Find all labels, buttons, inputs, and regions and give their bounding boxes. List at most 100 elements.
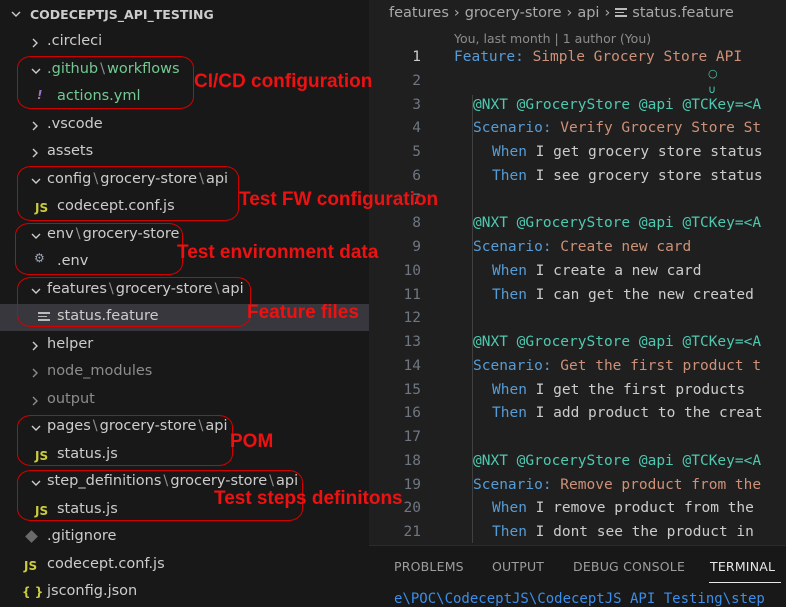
breadcrumb-item[interactable]: status.feature: [632, 5, 734, 21]
line-number: 1: [412, 49, 421, 65]
bottom-panel: PROBLEMS OUTPUT DEBUG CONSOLE TERMINAL e…: [369, 545, 786, 607]
chevron-right-icon: [30, 147, 40, 163]
annotation-oval-env: [15, 223, 183, 275]
annotation-step-defs: Test steps definitons: [214, 488, 403, 509]
explorer-header[interactable]: CODECEPTJS_API_TESTING: [0, 0, 369, 28]
tree-folder-node-modules[interactable]: node_modules: [0, 359, 369, 386]
tree-folder-assets[interactable]: assets: [0, 139, 369, 166]
code-line[interactable]: 1 Feature: Simple Grocery Store API: [369, 47, 786, 71]
gherkin-step-keyword: When: [492, 144, 527, 160]
code-line[interactable]: 15 When I get the first products: [369, 380, 786, 404]
gherkin-step-text: I see grocery store status: [526, 167, 763, 184]
code-line[interactable]: 17: [369, 427, 786, 451]
line-number: 19: [403, 476, 421, 493]
code-line[interactable]: 18 @NXT @GroceryStore @api @TCKey=<A: [369, 451, 786, 475]
tree-item-label: .circleci: [47, 33, 103, 49]
code-line[interactable]: 16 Then I add product to the creat: [369, 403, 786, 427]
tab-terminal[interactable]: TERMINAL: [710, 559, 775, 574]
chevron-right-icon: [30, 395, 40, 411]
gherkin-title: Get the first product t: [551, 357, 762, 374]
chevron-right-icon: [30, 340, 40, 356]
code-line[interactable]: 6 Then I see grocery store status: [369, 166, 786, 190]
line-number: 2: [412, 72, 421, 89]
code-text: @NXT @GroceryStore @api @TCKey=<A: [473, 334, 761, 350]
line-number: 12: [403, 310, 421, 327]
code-line[interactable]: 9 Scenario: Create new card: [369, 237, 786, 261]
json-file-icon: { }: [22, 585, 44, 599]
gherkin-step-keyword: Then: [492, 405, 527, 422]
line-number: 9: [412, 239, 421, 255]
code-editor[interactable]: features › grocery-store › api › status.featur…: [369, 0, 786, 545]
tab-debug-console[interactable]: DEBUG CONSOLE: [573, 559, 685, 574]
tree-file-root-codecept-conf[interactable]: JS codecept.conf.js: [0, 552, 369, 579]
line-number: 3: [412, 96, 421, 113]
tree-item-label: assets: [47, 143, 94, 159]
tree-file-gitignore[interactable]: .gitignore: [0, 524, 369, 551]
chevron-right-icon: [30, 120, 40, 136]
annotation-oval-pom: [17, 415, 233, 466]
code-text: Feature: Simple Grocery Store API: [454, 49, 742, 65]
gherkin-tags: @NXT @GroceryStore @api @TCKey=<A: [473, 452, 762, 469]
gherkin-step-keyword: Then: [492, 167, 527, 184]
breadcrumb-item[interactable]: features: [389, 5, 449, 21]
gherkin-tags: @NXT @GroceryStore @api @TCKey=<A: [473, 215, 762, 232]
line-number: 17: [403, 429, 421, 445]
code-line[interactable]: 8 @NXT @GroceryStore @api @TCKey=<A: [369, 213, 786, 237]
git-icon: [25, 530, 38, 543]
explorer-title: CODECEPTJS_API_TESTING: [30, 7, 214, 22]
code-text: Scenario: Verify Grocery Store St: [473, 120, 761, 136]
code-line[interactable]: 2: [369, 71, 786, 95]
gherkin-keyword: Scenario:: [473, 120, 552, 137]
gherkin-tags: @NXT @GroceryStore @api @TCKey=<A: [473, 334, 762, 350]
chevron-down-icon: [10, 8, 22, 23]
terminal-output[interactable]: e\POC\CodeceptJS\CodeceptJS API Testing\…: [394, 591, 765, 607]
code-line[interactable]: 10 When I create a new card: [369, 261, 786, 285]
chevron-right-icon: [30, 37, 40, 53]
line-number: 20: [403, 500, 421, 517]
gherkin-step-text: I create a new card: [526, 262, 702, 279]
active-tab-indicator: [709, 582, 781, 583]
code-line[interactable]: 12: [369, 308, 786, 332]
code-line[interactable]: 21 Then I dont see the product in: [369, 522, 786, 545]
tree-folder-output[interactable]: output: [0, 387, 369, 414]
code-line[interactable]: 5 When I get grocery store status: [369, 142, 786, 166]
annotation-env-data: Test environment data: [177, 242, 379, 263]
code-text: Scenario: Get the first product t: [473, 358, 761, 374]
tree-folder-helper[interactable]: helper: [0, 332, 369, 359]
gherkin-step-keyword: Then: [492, 524, 527, 540]
code-line[interactable]: 13 @NXT @GroceryStore @api @TCKey=<A: [369, 332, 786, 356]
line-number: 14: [403, 357, 421, 374]
tree-item-label: helper: [47, 336, 94, 352]
annotation-oval-cicd: [17, 56, 194, 109]
code-line[interactable]: 14 Scenario: Get the first product t: [369, 356, 786, 380]
gherkin-step-text: I add product to the creat: [526, 405, 763, 422]
code-line[interactable]: 4 Scenario: Verify Grocery Store St: [369, 118, 786, 142]
git-blame-codelens[interactable]: You, last month | 1 author (You): [454, 31, 651, 46]
tree-folder-vscode[interactable]: .vscode: [0, 112, 369, 139]
code-line[interactable]: 3 @NXT @GroceryStore @api @TCKey=<A: [369, 95, 786, 119]
js-file-icon: JS: [24, 559, 38, 573]
tree-folder-circleci[interactable]: .circleci: [0, 29, 369, 56]
gherkin-step-text: I get the first products: [526, 381, 746, 398]
code-text: Scenario: Remove product from the: [473, 477, 761, 493]
tab-output[interactable]: OUTPUT: [492, 559, 544, 574]
annotation-oval-fw-config: [17, 166, 239, 221]
annotation-oval-features: [17, 277, 251, 327]
chevron-right-icon: [30, 367, 40, 383]
breadcrumb-item[interactable]: api: [577, 5, 599, 21]
code-text: Then I add product to the creat: [492, 405, 763, 421]
code-text: @NXT @GroceryStore @api @TCKey=<A: [473, 453, 761, 469]
code-line[interactable]: 11 Then I can get the new created: [369, 285, 786, 309]
line-number: 15: [403, 381, 421, 398]
line-number: 10: [403, 262, 421, 279]
code-text: @NXT @GroceryStore @api @TCKey=<A: [473, 97, 761, 113]
annotation-cicd: CI/CD configuration: [194, 71, 373, 92]
tab-problems[interactable]: PROBLEMS: [394, 559, 464, 574]
gherkin-step-text: I dont see the product in: [526, 524, 754, 540]
line-number: 5: [412, 144, 421, 160]
gherkin-keyword: Scenario:: [473, 476, 552, 493]
code-line[interactable]: 20 When I remove product from the: [369, 498, 786, 522]
tree-file-jsconfig[interactable]: { } jsconfig.json: [0, 579, 369, 606]
code-line[interactable]: 19 Scenario: Remove product from the: [369, 475, 786, 499]
breadcrumb-item[interactable]: grocery-store: [465, 5, 562, 21]
